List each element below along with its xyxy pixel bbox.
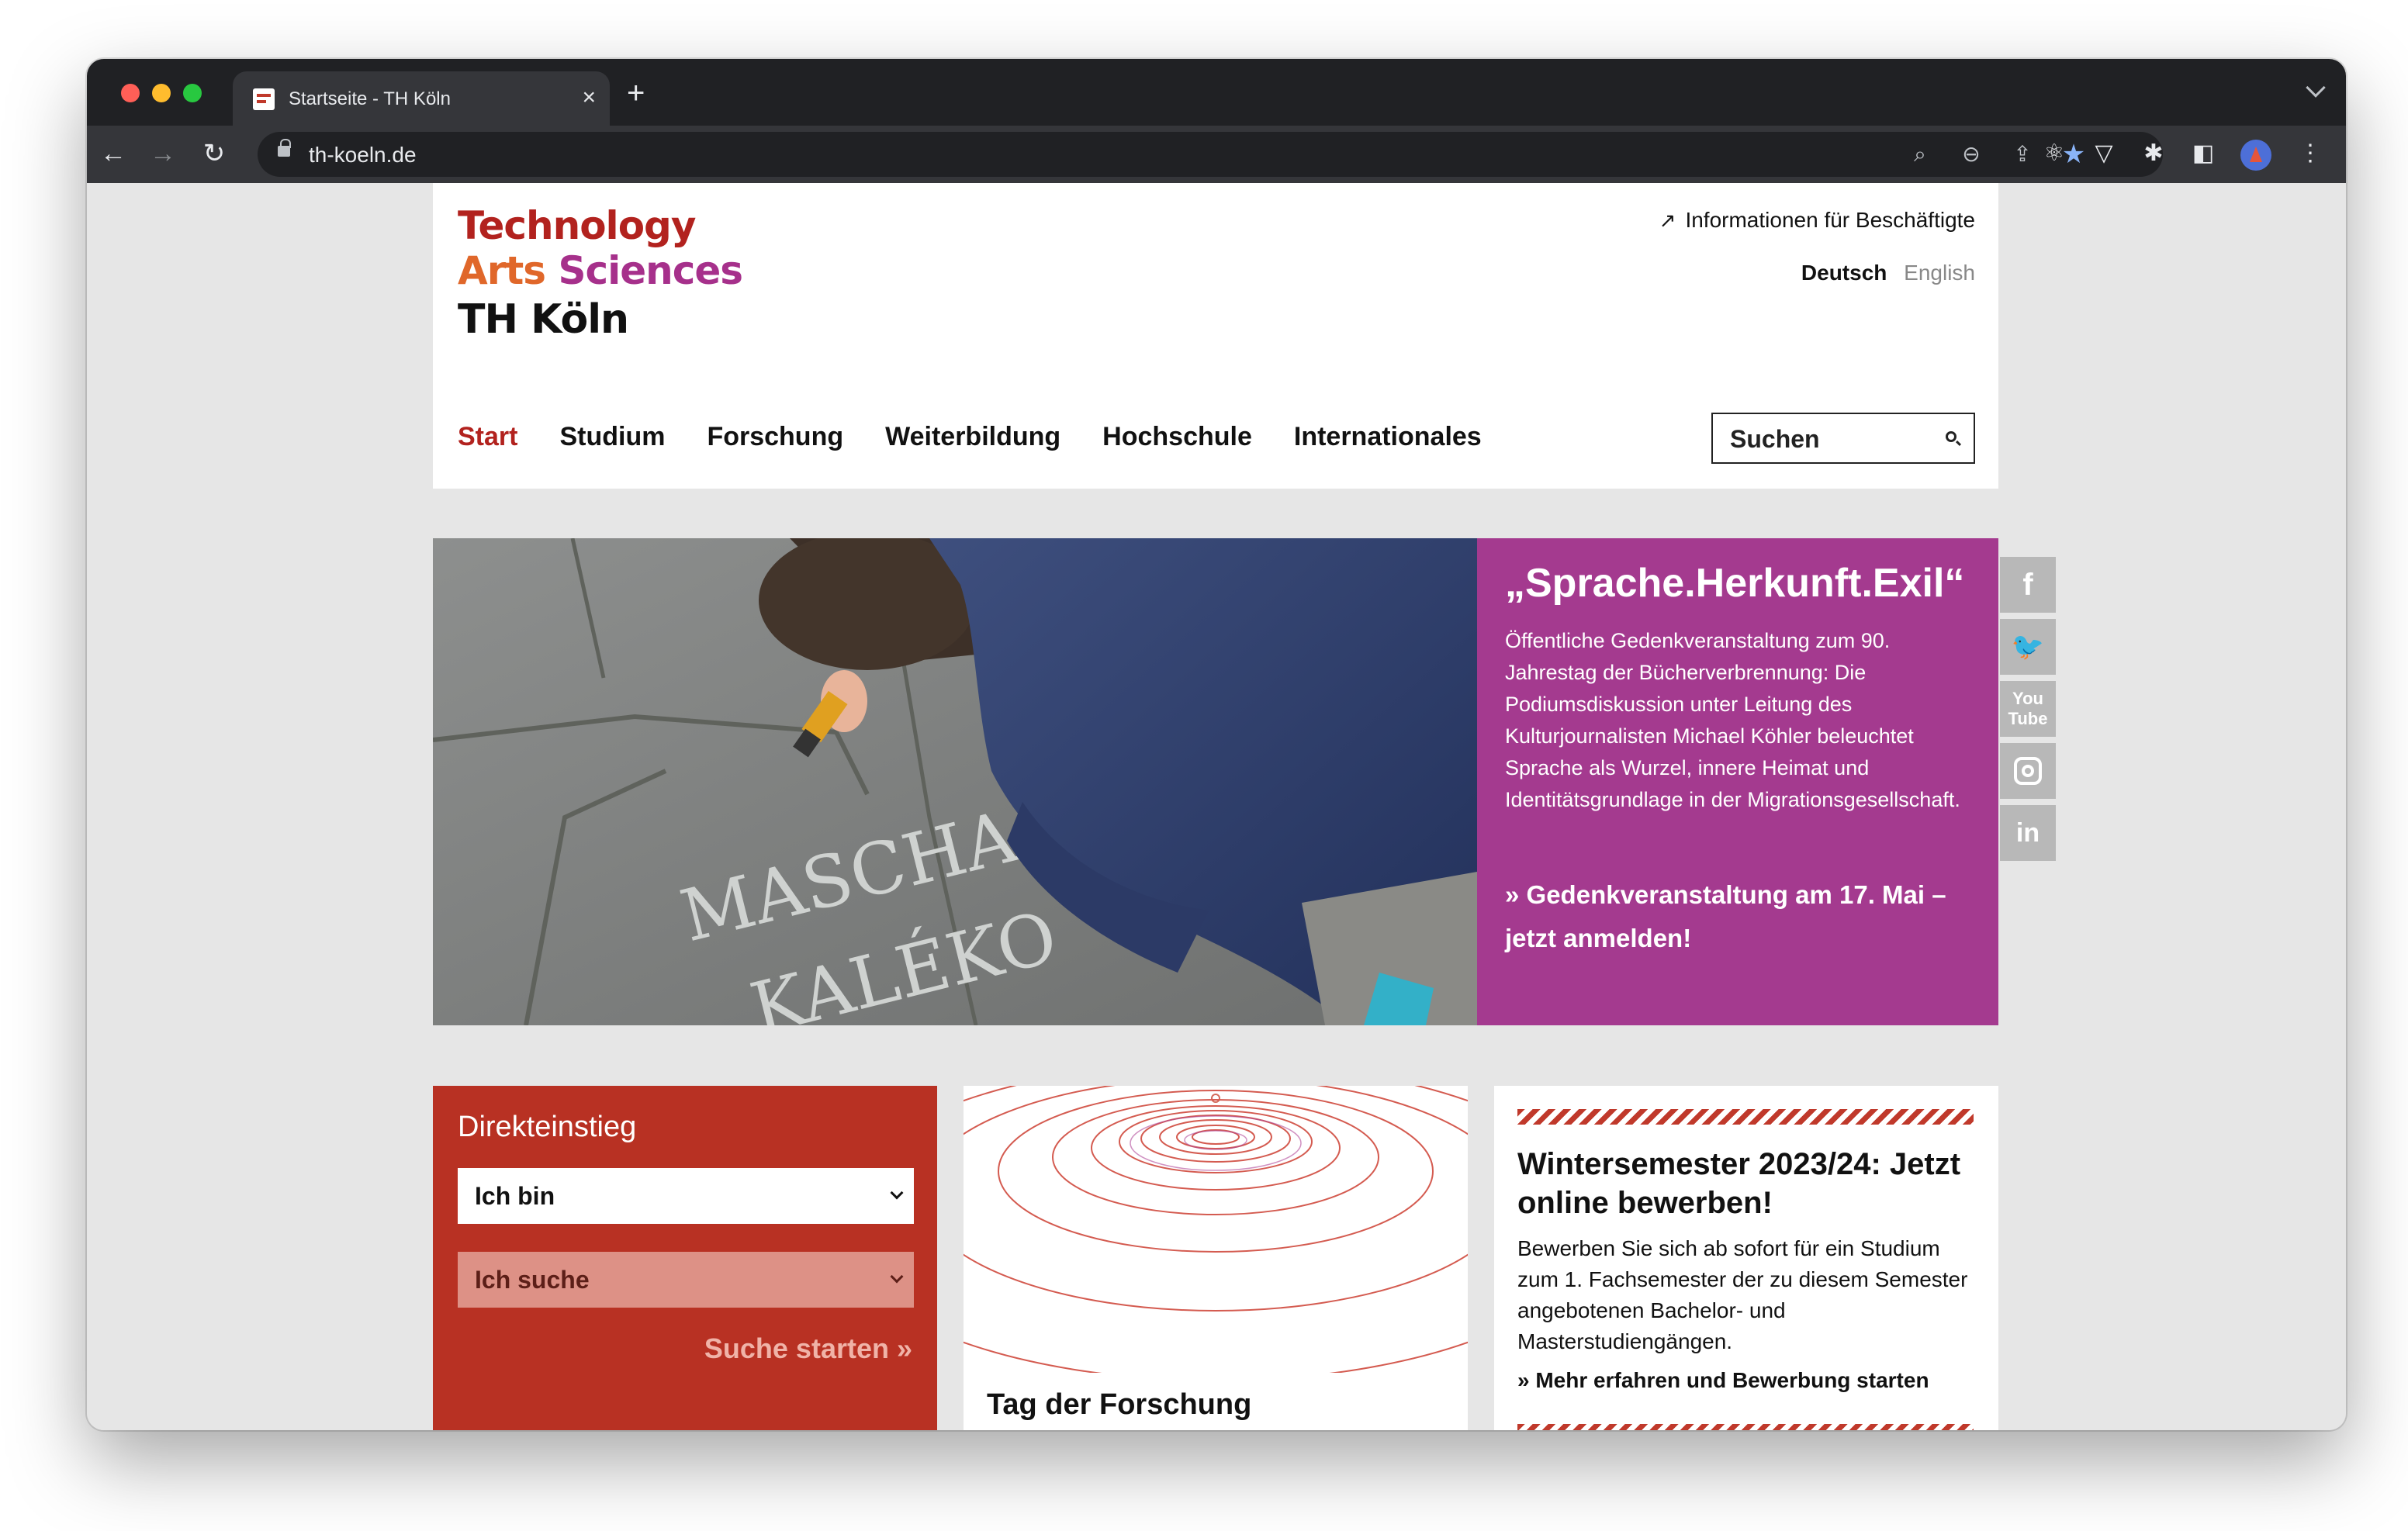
logo-th-koeln[interactable]: TH Köln	[458, 296, 629, 343]
search-placeholder: Suchen	[1730, 425, 1820, 453]
double-chevron-icon: »	[1505, 880, 1527, 909]
facebook-icon[interactable]: f	[2000, 557, 2056, 613]
research-card[interactable]: Tag der Forschung	[964, 1086, 1468, 1430]
semester-card-text: Bewerben Sie sich ab sofort für ein Stud…	[1517, 1236, 1968, 1353]
nav-weiterbildung[interactable]: Weiterbildung	[885, 422, 1060, 452]
twitter-icon[interactable]: 🐦	[2000, 619, 2056, 675]
close-tab-icon[interactable]: ×	[582, 84, 596, 112]
logo-sciences: Sciences	[558, 248, 743, 293]
hero-image[interactable]: MASCHA KALÉKO	[433, 538, 1477, 1025]
chevron-down-icon	[890, 1270, 904, 1284]
linkedin-icon[interactable]: in	[2000, 805, 2056, 861]
decorative-stripes	[1517, 1109, 1974, 1125]
semester-card: Wintersemester 2023/24: Jetzt online bew…	[1494, 1086, 1998, 1430]
hero-cta-link[interactable]: » Gedenkveranstaltung am 17. Mai – jetzt…	[1505, 873, 1986, 960]
direkteinstieg-card: Direkteinstieg Ich bin Ich suche Suche s…	[433, 1086, 937, 1430]
profile-avatar[interactable]	[2240, 140, 2271, 171]
site-header: Technology Arts Sciences TH Köln ↗ Inform…	[433, 183, 1998, 489]
ich-suche-value: Ich suche	[475, 1266, 590, 1294]
tab-title: Startseite - TH Köln	[289, 88, 451, 109]
menu-icon[interactable]: ⋮	[2293, 137, 2327, 171]
social-bar: f 🐦 You Tube in	[2000, 557, 2056, 867]
semester-card-link-label: Mehr erfahren und Bewerbung starten	[1535, 1368, 1929, 1392]
instagram-icon[interactable]	[2000, 743, 2056, 799]
nav-internationales[interactable]: Internationales	[1294, 422, 1482, 452]
ich-bin-value: Ich bin	[475, 1182, 555, 1210]
hero-text: Öffentliche Gedenkveranstaltung zum 90. …	[1505, 629, 1960, 811]
hero-panel[interactable]: „Sprache.Herkunft.Exil“ Öffentliche Gede…	[1477, 538, 1998, 1025]
nav-start[interactable]: Start	[458, 422, 517, 452]
search-icon[interactable]	[1946, 431, 1956, 442]
react-devtools-icon[interactable]: ⚛	[2037, 137, 2071, 171]
chevron-down-icon	[890, 1186, 904, 1200]
ich-bin-select[interactable]: Ich bin	[458, 1168, 914, 1224]
research-card-title[interactable]: Tag der Forschung	[987, 1388, 1251, 1422]
instagram-lens	[2022, 765, 2034, 777]
suche-starten-button[interactable]: Suche starten »	[704, 1332, 912, 1365]
vue-devtools-icon[interactable]: ▽	[2087, 137, 2121, 171]
reload-icon[interactable]: ↻	[197, 137, 231, 171]
nav-forschung[interactable]: Forschung	[707, 422, 843, 452]
zoom-icon[interactable]: ⊖	[1956, 140, 1986, 169]
favicon-icon	[253, 88, 275, 110]
ich-suche-select[interactable]: Ich suche	[458, 1252, 914, 1308]
web-page: Technology Arts Sciences TH Köln ↗ Inform…	[87, 183, 2346, 1430]
hero-title[interactable]: „Sprache.Herkunft.Exil“	[1505, 560, 1964, 607]
nav-studium[interactable]: Studium	[559, 422, 665, 452]
language-switcher: Deutsch English	[1801, 261, 1975, 285]
close-window-button[interactable]	[121, 84, 140, 102]
url-text[interactable]: th-koeln.de	[309, 143, 417, 168]
lang-english[interactable]: English	[1904, 261, 1975, 285]
browser-tab[interactable]: Startseite - TH Köln ×	[233, 71, 610, 126]
back-icon[interactable]: ←	[96, 137, 130, 171]
youtube-icon[interactable]: You Tube	[2000, 681, 2056, 737]
tab-bar: Startseite - TH Köln × +	[87, 59, 2346, 126]
tab-search-icon[interactable]	[2306, 78, 2326, 98]
site-search-input[interactable]: Suchen	[1711, 413, 1975, 464]
employee-info-label: Informationen für Beschäftigte	[1685, 208, 1975, 232]
share-icon[interactable]: ⇪	[2008, 140, 2037, 169]
lang-deutsch[interactable]: Deutsch	[1801, 261, 1887, 285]
address-bar[interactable]: th-koeln.de ⌕ ⊖ ⇪ ★	[258, 132, 2163, 177]
suche-starten-label: Suche starten	[704, 1332, 889, 1364]
browser-toolbar: ← → ↻ th-koeln.de ⌕ ⊖ ⇪ ★ ⚛ ▽ ✱ ◧ ⋮	[87, 126, 2346, 183]
external-arrow-icon: ↗	[1659, 209, 1676, 232]
decorative-stripes	[1517, 1424, 1974, 1430]
extensions-icon[interactable]: ✱	[2136, 137, 2171, 171]
main-nav: Start Studium Forschung Weiterbildung Ho…	[458, 422, 1482, 452]
logo-arts-sciences[interactable]: Arts Sciences	[458, 248, 743, 293]
hero-photo: MASCHA KALÉKO	[433, 538, 1477, 1025]
employee-info-link[interactable]: ↗ Informationen für Beschäftigte	[1659, 208, 1975, 233]
forward-icon[interactable]: →	[146, 137, 180, 171]
nav-hochschule[interactable]: Hochschule	[1102, 422, 1252, 452]
ripple-illustration	[964, 1086, 1468, 1381]
side-panel-icon[interactable]: ◧	[2186, 137, 2220, 171]
semester-card-title[interactable]: Wintersemester 2023/24: Jetzt online bew…	[1517, 1145, 1967, 1222]
search-icon[interactable]: ⌕	[1905, 140, 1935, 169]
double-chevron-icon: »	[1517, 1368, 1536, 1392]
direkteinstieg-title: Direkteinstieg	[458, 1111, 637, 1143]
browser-window: Startseite - TH Köln × + ← → ↻ th-koeln.…	[87, 59, 2346, 1430]
new-tab-icon[interactable]: +	[627, 76, 645, 110]
double-chevron-icon: »	[888, 1332, 912, 1364]
logo-arts: Arts	[458, 248, 546, 293]
lock-icon[interactable]	[278, 139, 291, 157]
logo-technology[interactable]: Technology	[458, 203, 696, 248]
semester-card-link[interactable]: » Mehr erfahren und Bewerbung starten	[1517, 1368, 1929, 1393]
hero-teaser: MASCHA KALÉKO „Sprache.Herkunft.Exil“ Öf…	[433, 538, 1998, 1025]
minimize-window-button[interactable]	[152, 84, 171, 102]
hero-cta-label: Gedenkveranstaltung am 17. Mai – jetzt a…	[1505, 880, 1946, 952]
maximize-window-button[interactable]	[183, 84, 202, 102]
